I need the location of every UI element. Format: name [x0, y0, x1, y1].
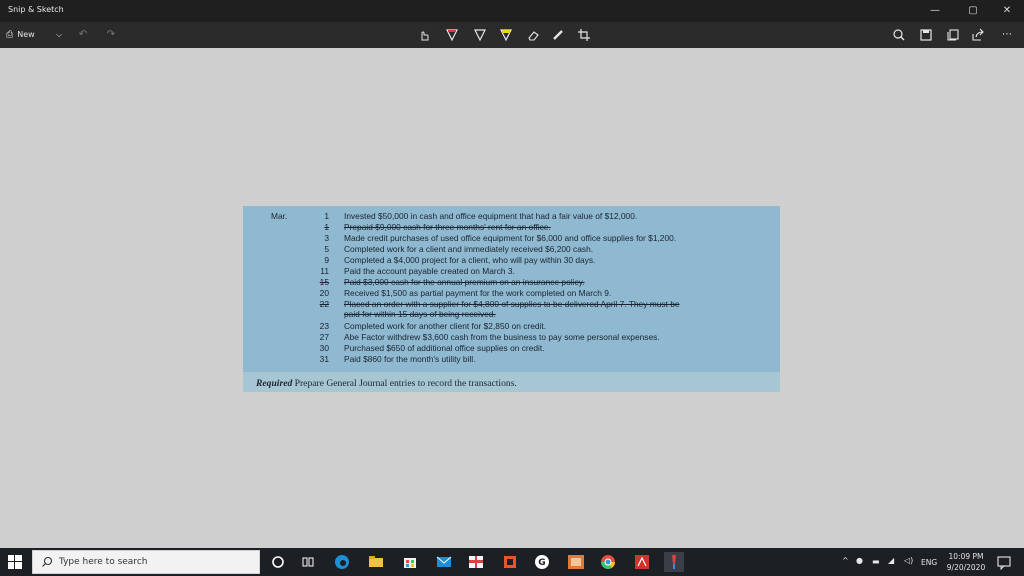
clock[interactable]: 10:09 PM 9/20/2020 [944, 551, 988, 573]
snip-image: Mar. 1 Invested $50,000 in cash and offi… [243, 206, 780, 392]
new-snip-icon: ⎙ [6, 30, 14, 40]
show-hidden-icons-icon[interactable]: ^ [842, 556, 849, 576]
close-button[interactable]: ✕ [990, 0, 1024, 22]
entry-day: 27 [319, 332, 329, 342]
entry-text: Prepaid $9,000 cash for three months' re… [344, 222, 551, 232]
title-bar: Snip & Sketch — ▢ ✕ [0, 0, 1024, 22]
photos-icon[interactable] [566, 552, 586, 572]
taskbar: Type here to search G ^ ● ▬ ◢ ◁) ENG 10:… [0, 548, 1024, 576]
entry-day: 3 [324, 233, 329, 243]
month-label: Mar. [271, 211, 288, 221]
more-icon[interactable]: ⋯ [998, 26, 1016, 44]
crop-icon[interactable] [575, 26, 593, 44]
tray-app-icon[interactable]: ● [856, 556, 863, 576]
search-icon [42, 556, 53, 567]
volume-icon[interactable]: ◁) [904, 556, 913, 576]
clock-time: 10:09 PM [948, 552, 984, 561]
g-app-icon[interactable]: G [532, 552, 552, 572]
entry-day: 22 [319, 299, 329, 309]
copy-icon[interactable] [944, 26, 962, 44]
entry-text: Purchased $650 of additional office supp… [344, 343, 545, 353]
entry-text: Made credit purchases of used office equ… [344, 233, 677, 243]
new-snip-button[interactable]: ⎙ New [6, 26, 50, 44]
undo-icon[interactable]: ↶ [76, 26, 90, 44]
edge-icon[interactable] [332, 552, 352, 572]
file-explorer-icon[interactable] [366, 552, 386, 572]
ruler-icon[interactable] [549, 26, 567, 44]
entry-text: Paid the account payable created on Marc… [344, 266, 515, 276]
entry-day: 23 [319, 321, 329, 331]
entry-text: Invested $50,000 in cash and office equi… [344, 211, 638, 221]
windows-start-icon[interactable] [6, 553, 24, 571]
window-title: Snip & Sketch [8, 5, 64, 14]
entry-day: 31 [319, 354, 329, 364]
mail-icon[interactable] [434, 552, 454, 572]
search-box[interactable]: Type here to search [32, 550, 260, 574]
svg-text:G: G [538, 558, 545, 568]
entry-day: 15 [319, 277, 329, 287]
gift-icon[interactable] [466, 552, 486, 572]
entry-text: Completed work for another client for $2… [344, 321, 547, 331]
entry-day: 11 [320, 266, 329, 276]
share-icon[interactable] [969, 26, 987, 44]
store-icon[interactable] [400, 552, 420, 572]
entry-text: Abe Factor withdrew $3,600 cash from the… [344, 332, 660, 342]
touch-writing-icon[interactable] [415, 26, 433, 44]
entry-day: 5 [324, 244, 329, 254]
entry-text: Paid $860 for the month's utility bill. [344, 354, 476, 364]
highlighter-icon[interactable] [497, 26, 515, 44]
entry-day: 30 [319, 343, 329, 353]
entry-text: Received $1,500 as partial payment for t… [344, 288, 612, 298]
required-label: Required [256, 378, 293, 389]
office-icon[interactable] [500, 552, 520, 572]
network-icon[interactable]: ◢ [888, 556, 894, 576]
entry-day: 1 [324, 211, 329, 221]
entry-text: Completed work for a client and immediat… [344, 244, 594, 254]
search-placeholder: Type here to search [59, 557, 148, 567]
save-icon[interactable] [917, 26, 935, 44]
acrobat-icon[interactable] [632, 552, 652, 572]
required-line: Required Prepare General Journal entries… [256, 378, 517, 389]
entry-day: 9 [324, 255, 329, 265]
snip-sketch-icon[interactable] [664, 552, 684, 572]
toolbar: ⎙ New ⌵ ↶ ↷ ⋯ [0, 22, 1024, 70]
notifications-icon[interactable] [996, 554, 1012, 571]
cortana-icon[interactable] [268, 552, 288, 572]
minimize-button[interactable]: — [918, 0, 952, 22]
chevron-down-icon[interactable]: ⌵ [52, 26, 66, 44]
maximize-button[interactable]: ▢ [956, 0, 990, 22]
required-text: Prepare General Journal entries to recor… [294, 378, 517, 389]
clock-date: 9/20/2020 [946, 563, 986, 572]
entry-text: Placed an order with a supplier for $4,8… [344, 299, 680, 309]
zoom-icon[interactable] [890, 26, 908, 44]
ballpoint-pen-icon[interactable] [443, 26, 461, 44]
language-indicator[interactable]: ENG [921, 558, 937, 567]
entry-day: 1 [324, 222, 329, 232]
battery-icon[interactable]: ▬ [872, 557, 880, 576]
entry-text: paid for within 15 days of being receive… [344, 309, 496, 319]
chrome-icon[interactable] [598, 552, 618, 572]
pencil-icon[interactable] [471, 26, 489, 44]
entry-day: 20 [319, 288, 329, 298]
redo-icon[interactable]: ↷ [104, 26, 118, 44]
entry-text: Paid $3,000 cash for the annual premium … [344, 277, 585, 287]
task-view-icon[interactable] [298, 552, 318, 572]
new-label: New [17, 30, 35, 39]
entry-text: Completed a $4,000 project for a client,… [344, 255, 596, 265]
eraser-icon[interactable] [524, 26, 542, 44]
